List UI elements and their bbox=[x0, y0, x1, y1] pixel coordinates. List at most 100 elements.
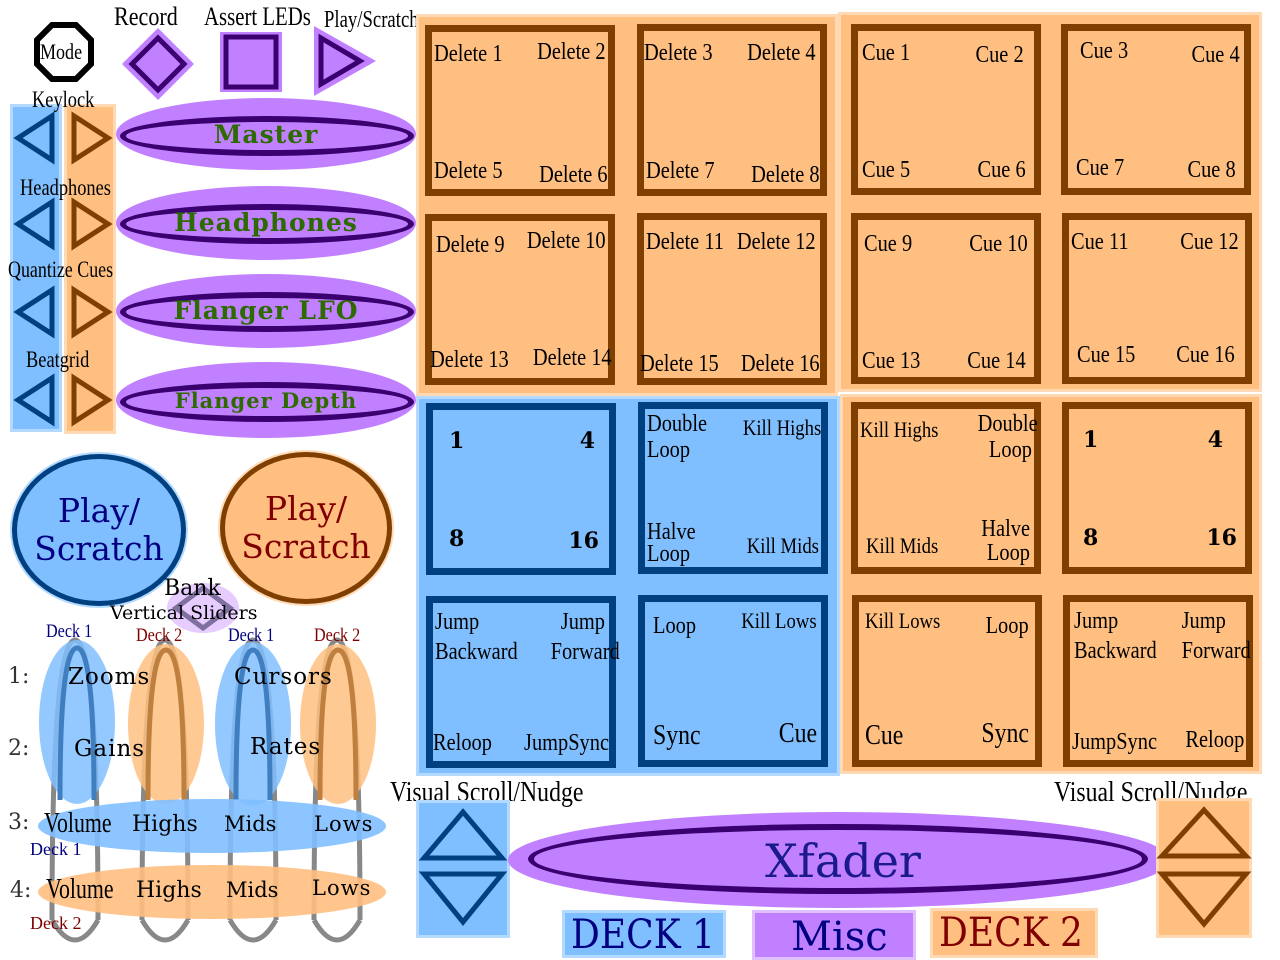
pad-label: JumpSync bbox=[523, 730, 609, 756]
mode-button[interactable]: Mode bbox=[34, 22, 94, 82]
quantize-deck1-button[interactable] bbox=[12, 285, 56, 339]
pad-label: Jump Backward bbox=[1074, 608, 1157, 664]
deck2-scroll-nudge[interactable] bbox=[1156, 798, 1252, 938]
knob-flanger-lfo[interactable]: Flanger LFO bbox=[116, 274, 416, 348]
knob-flanger-depth[interactable]: Flanger Depth bbox=[116, 362, 416, 438]
pad-label: Cue 5 bbox=[862, 157, 911, 183]
eq-row4-volume[interactable]: Volume bbox=[46, 876, 114, 904]
deck2-transport-pad[interactable]: Kill Lows Loop Cue Sync bbox=[852, 595, 1042, 767]
quantize-cues-label: Quantize Cues bbox=[8, 257, 114, 282]
pad-label: Kill Lows bbox=[865, 608, 941, 633]
right-triangle-icon bbox=[71, 111, 113, 165]
cue-pad-4[interactable]: Cue 11 Cue 12 Cue 15 Cue 16 bbox=[1062, 213, 1252, 384]
right-triangle-icon bbox=[71, 285, 113, 339]
pad-label: Jump Backward bbox=[435, 609, 518, 665]
pad-label: Cue 7 bbox=[1076, 155, 1125, 181]
eq-row4-highs[interactable]: Highs bbox=[136, 880, 202, 902]
delete-pad-4[interactable]: Delete 11 Delete 12 Delete 15 Delete 16 bbox=[637, 213, 827, 385]
deck1-play-scratch-line2: Scratch bbox=[34, 529, 164, 568]
eq-row3-lows[interactable]: Lows bbox=[314, 814, 373, 835]
deck2-loop-kill-pad[interactable]: Kill Highs Double Loop Kill Mids Halve L… bbox=[851, 402, 1041, 574]
eq-row4-deck: Deck 2 bbox=[30, 913, 82, 933]
eq-row4-lows[interactable]: Lows bbox=[312, 878, 371, 899]
cue-pad-3[interactable]: Cue 9 Cue 10 Cue 13 Cue 14 bbox=[851, 213, 1041, 384]
legend-misc-label: Misc bbox=[791, 914, 888, 960]
delete-pad-2[interactable]: Delete 3 Delete 4 Delete 7 Delete 8 bbox=[637, 24, 827, 196]
pad-label: Delete 5 bbox=[434, 158, 503, 184]
record-button[interactable] bbox=[120, 26, 196, 102]
slider-row1-right[interactable]: Cursors bbox=[234, 666, 333, 689]
deck2-play-scratch-line1: Play/ bbox=[264, 489, 348, 528]
slider-row1-num: 1: bbox=[8, 664, 30, 689]
pad-label: 16 bbox=[1206, 525, 1237, 551]
headphones-deck1-button[interactable] bbox=[12, 197, 56, 251]
pad-label: Cue 15 bbox=[1077, 342, 1136, 368]
pad-label: Loop bbox=[653, 613, 697, 639]
knob-flanger-depth-label: Flanger Depth bbox=[174, 388, 358, 413]
keylock-deck1-button[interactable] bbox=[12, 111, 56, 165]
delete-pad-3[interactable]: Delete 9 Delete 10 Delete 13 Delete 14 bbox=[425, 214, 615, 385]
slider-row1-left[interactable]: Zooms bbox=[68, 666, 150, 689]
pad-label: Delete 6 bbox=[539, 162, 608, 188]
deck1-loop-size-pad[interactable]: 1 4 8 16 bbox=[426, 403, 616, 575]
knob-master-label: Master bbox=[213, 120, 319, 149]
eq-row3-highs[interactable]: Highs bbox=[132, 814, 198, 836]
assert-leds-label: Assert LEDs bbox=[204, 2, 311, 31]
eq-row3-volume[interactable]: Volume bbox=[44, 810, 112, 838]
pad-label: Delete 13 bbox=[430, 347, 509, 373]
deck1-scroll-nudge[interactable] bbox=[416, 800, 510, 938]
beatgrid-deck2-button[interactable] bbox=[68, 373, 113, 427]
pad-label: Delete 2 bbox=[537, 39, 606, 65]
deck1-transport-pad[interactable]: Loop Kill Lows Sync Cue bbox=[638, 595, 828, 767]
headphones-deck2-button[interactable] bbox=[68, 197, 113, 251]
deck2-play-scratch-wheel[interactable]: Play/ Scratch bbox=[220, 452, 392, 604]
assert-leds-button[interactable] bbox=[220, 32, 282, 92]
keylock-deck2-button[interactable] bbox=[68, 111, 113, 165]
deck1-jump-pad[interactable]: Jump Backward Jump Forward Reloop JumpSy… bbox=[426, 596, 620, 768]
eq-row4-mids[interactable]: Mids bbox=[226, 880, 278, 901]
pad-label: Delete 4 bbox=[747, 40, 816, 66]
beatgrid-deck1-button[interactable] bbox=[12, 373, 56, 427]
cue-pad-2[interactable]: Cue 3 Cue 4 Cue 7 Cue 8 bbox=[1061, 24, 1251, 195]
deck2-loop-size-pad[interactable]: 1 4 8 16 bbox=[1062, 402, 1252, 574]
play-scratch-top-button[interactable] bbox=[312, 24, 378, 98]
pad-label: 16 bbox=[568, 528, 599, 554]
quantize-deck2-button[interactable] bbox=[68, 285, 113, 339]
eq-row3-mids[interactable]: Mids bbox=[224, 814, 276, 835]
knob-headphones-label: Headphones bbox=[174, 208, 358, 237]
deck1-play-scratch-wheel[interactable]: Play/ Scratch bbox=[12, 454, 186, 606]
slider-deck-label-2: Deck 2 bbox=[136, 625, 183, 646]
deck2-jump-pad[interactable]: Jump Backward Jump Forward JumpSync Relo… bbox=[1063, 595, 1253, 767]
pad-label: Cue bbox=[865, 720, 904, 751]
knob-headphones[interactable]: Headphones bbox=[116, 186, 416, 260]
slider-row2-left[interactable]: Gains bbox=[74, 738, 145, 761]
pad-label: Cue 11 bbox=[1071, 229, 1129, 255]
diamond-icon bbox=[122, 28, 194, 100]
pad-label: Jump Forward bbox=[1181, 608, 1251, 664]
pad-label: Delete 3 bbox=[644, 40, 713, 66]
up-down-arrows-icon bbox=[418, 808, 508, 926]
pad-label: Sync bbox=[981, 718, 1029, 749]
pad-label: 4 bbox=[1207, 427, 1223, 453]
slider-row2-num: 2: bbox=[8, 736, 30, 761]
legend-misc: Misc bbox=[752, 910, 916, 960]
deck1-loop-kill-pad[interactable]: Double Loop Kill Highs Halve Loop Kill M… bbox=[638, 402, 828, 574]
pad-label: Kill Mids bbox=[866, 533, 939, 558]
deck2-play-scratch-line2: Scratch bbox=[241, 527, 371, 566]
pad-label: Loop bbox=[985, 613, 1029, 639]
cue-pad-1[interactable]: Cue 1 Cue 2 Cue 5 Cue 6 bbox=[851, 24, 1041, 195]
pad-label: Cue bbox=[778, 718, 817, 749]
right-triangle-icon bbox=[71, 373, 113, 427]
slider-row2-right[interactable]: Rates bbox=[250, 736, 321, 759]
right-triangle-icon bbox=[71, 197, 113, 251]
xfader[interactable]: Xfader bbox=[508, 812, 1170, 908]
mode-label: Mode bbox=[40, 39, 83, 64]
beatgrid-label: Beatgrid bbox=[26, 347, 90, 372]
knob-master[interactable]: Master bbox=[116, 98, 416, 170]
pad-label: Reloop bbox=[433, 730, 492, 756]
pad-label: Delete 11 bbox=[646, 229, 724, 255]
left-triangle-icon bbox=[13, 373, 55, 427]
delete-pad-1[interactable]: Delete 1 Delete 2 Delete 5 Delete 6 bbox=[425, 25, 615, 196]
knob-flanger-lfo-label: Flanger LFO bbox=[173, 296, 359, 325]
pad-label: Delete 16 bbox=[741, 351, 820, 377]
